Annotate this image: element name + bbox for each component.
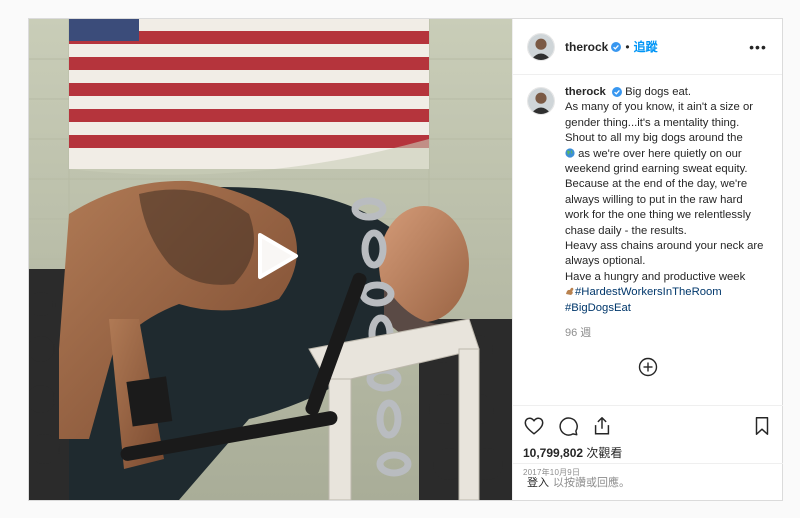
plus-circle-icon <box>638 357 658 377</box>
caption-line: Because at the end of the day, we're <box>565 178 748 191</box>
save-button[interactable] <box>745 414 773 438</box>
bookmark-icon <box>755 417 769 435</box>
globe-emoji-icon <box>565 148 575 158</box>
share-button[interactable] <box>591 414 619 438</box>
caption-line: always willing to put in the raw hard <box>565 193 743 206</box>
heart-icon <box>524 417 544 435</box>
avatar[interactable] <box>527 32 555 61</box>
caption-area: therock Big dogs eat. As many of you kno… <box>527 85 772 395</box>
play-button[interactable] <box>248 229 302 283</box>
caption-line: #BigDogsEat <box>565 301 772 316</box>
caption-line: Shout to all my big dogs around the <box>565 132 743 145</box>
hashtag-link[interactable]: #BigDogsEat <box>565 302 631 314</box>
caption-line: Have a hungry and productive week <box>565 270 746 283</box>
login-link[interactable]: 登入 <box>527 474 549 490</box>
post-side-panel: therock • 追蹤 ••• therock Big dogs eat. A… <box>512 19 783 500</box>
instagram-post: therock • 追蹤 ••• therock Big dogs eat. A… <box>28 18 783 501</box>
caption-line: weekend grind earning sweat equity. <box>565 163 748 176</box>
follow-button[interactable]: 追蹤 <box>634 38 658 55</box>
post-video[interactable] <box>29 19 512 500</box>
view-count-label: 次觀看 <box>586 446 623 460</box>
caption-line: #HardestWorkersInTheRoom <box>565 285 772 300</box>
caption-username[interactable]: therock <box>565 86 606 98</box>
header-username[interactable]: therock <box>565 40 608 54</box>
caption-line-text: as we're over here quietly on our <box>578 147 742 160</box>
load-more-button[interactable] <box>638 357 658 377</box>
avatar-image <box>528 33 554 60</box>
separator-dot: • <box>625 39 630 54</box>
view-count[interactable]: 10,799,802 次觀看 <box>523 444 773 461</box>
caption-first-line: Big dogs eat. <box>625 86 692 98</box>
comment-icon <box>559 417 578 436</box>
play-icon <box>258 233 298 279</box>
verified-badge-icon <box>611 41 622 52</box>
avatar-image <box>528 88 554 114</box>
caption-avatar[interactable] <box>527 87 555 115</box>
caption-line: therock Big dogs eat. <box>565 85 772 100</box>
comment-button[interactable] <box>557 414 585 438</box>
verified-badge-icon <box>611 87 622 98</box>
caption-time-ago: 96 週 <box>565 327 592 340</box>
caption-line: chase daily - the results. <box>565 224 687 237</box>
caption-line: work for the one thing we relentlessly <box>565 209 751 222</box>
caption-line: Heavy ass chains around your neck are <box>565 240 764 253</box>
view-count-number: 10,799,802 <box>523 446 584 460</box>
caption-line: always optional. <box>565 255 646 268</box>
flexed-biceps-emoji-icon <box>565 286 575 296</box>
post-header: therock • 追蹤 ••• <box>513 19 782 75</box>
comment-prompt-text: 以按讚或回應。 <box>553 477 630 489</box>
share-icon <box>594 417 610 435</box>
caption-line: as we're over here quietly on our <box>565 147 772 162</box>
action-row <box>523 412 773 440</box>
login-to-comment-bar: 登入 以按讚或回應。 <box>513 463 783 500</box>
caption-text: therock Big dogs eat. As many of you kno… <box>565 85 772 395</box>
caption-line: As many of you know, it ain't a size or <box>565 101 754 114</box>
hashtag-link[interactable]: #HardestWorkersInTheRoom <box>575 286 722 298</box>
caption-line: gender thing...it's a mentality thing. <box>565 116 740 129</box>
more-options-button[interactable]: ••• <box>748 39 768 55</box>
like-button[interactable] <box>523 414 551 438</box>
load-more-comments <box>513 357 783 377</box>
